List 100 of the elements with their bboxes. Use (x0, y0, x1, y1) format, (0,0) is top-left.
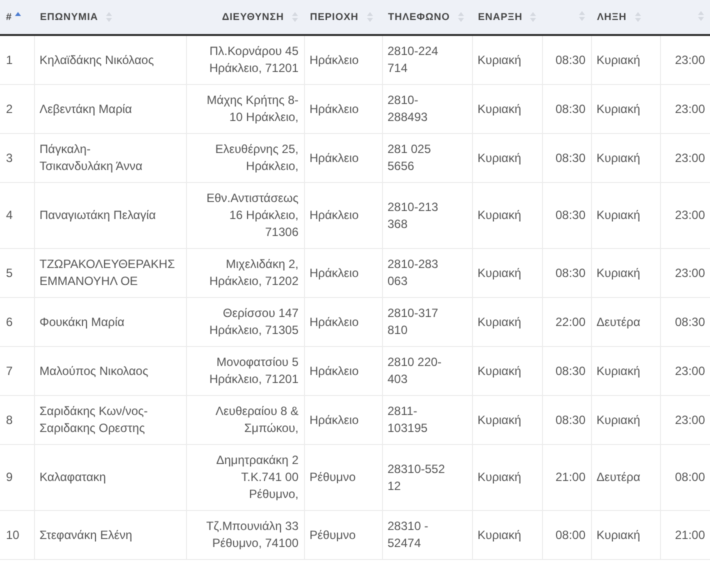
table-cell: Πλ.Κορνάρου 45 Ηράκλειο, 71201 (209, 43, 298, 77)
table-cell: Κυριακή (596, 362, 640, 380)
table-cell: Τζ.Μπουνιάλη 33 Ρέθυμνο, 74100 (206, 518, 298, 552)
table-cell: Πάγκαλη- Τσικανδυλάκη Άννα (40, 141, 142, 175)
table-cell: Λευθεραίου 8 & Σμπώκου, (216, 403, 298, 437)
table-cell: ΤΖΩΡΑΚΟΛΕΥΘΕΡΑΚΗΣ ΕΜΜΑΝΟΥΗΛ ΟΕ (40, 256, 175, 290)
table-cell: Μαλούπος Νικολαος (40, 362, 148, 380)
table-cell: 23:00 (674, 100, 705, 118)
table-cell: 28310 - 52474 (388, 518, 428, 552)
table-cell: 08:30 (555, 100, 586, 118)
table-cell: Φουκάκη Μαρία (40, 314, 124, 330)
table-cell: Κυριακή (596, 207, 640, 224)
table-cell: Κυριακή (478, 314, 522, 330)
table-cell: Ηράκλειο (310, 412, 359, 428)
table-cell: Κυριακή (596, 100, 640, 118)
table-cell: 23:00 (674, 264, 705, 282)
table-cell: Κυριακή (596, 150, 640, 166)
table-cell: 2810-283 063 (388, 256, 438, 290)
table-cell: 08:30 (555, 362, 586, 380)
table-cell: 4 (6, 207, 13, 224)
table-cell: 2810-224 714 (388, 43, 438, 77)
table-cell: Ηράκλειο (310, 207, 359, 224)
table-cell: Ηράκλειο (310, 264, 359, 282)
table-cell: Ηράκλειο (310, 52, 359, 68)
table-cell: Κυριακή (478, 150, 522, 166)
table-cell: 2811- 103195 (388, 403, 428, 437)
table-cell: Καλαφατακη (40, 469, 106, 486)
table-cell: 7 (6, 362, 13, 380)
table-cell: Μονοφατσίου 5 Ηράκλειο, 71201 (209, 354, 298, 388)
table-cell: Κηλαϊδάκης Νικόλαος (40, 52, 154, 68)
sort-icon[interactable] (698, 10, 704, 20)
column-header[interactable]: ΛΗΞΗ (597, 12, 627, 22)
table-cell: Κυριακή (596, 526, 640, 544)
table-cell: 08:30 (674, 314, 705, 330)
table-cell: 1 (6, 52, 13, 68)
table-cell: Ηράκλειο (310, 100, 359, 118)
table-cell: Μιχελιδάκη 2, Ηράκλειο, 71202 (209, 256, 298, 290)
table-cell: 08:30 (555, 207, 586, 224)
table-cell: Παναγιωτάκη Πελαγία (40, 207, 156, 224)
table-cell: 9 (6, 469, 13, 486)
column-header[interactable]: ΔΙΕΥΘΥΝΣΗ (222, 12, 284, 22)
table-cell: Ηράκλειο (310, 150, 359, 166)
table-cell: Κυριακή (478, 469, 522, 486)
sort-icon[interactable] (106, 12, 112, 22)
sort-icon[interactable] (634, 12, 641, 22)
table-cell: Κυριακή (478, 100, 522, 118)
table-cell: 5 (6, 264, 13, 282)
table-cell: 3 (6, 150, 13, 166)
table-cell: 10 (6, 526, 20, 544)
column-header[interactable]: ΠΕΡΙΟΧΗ (310, 12, 359, 22)
table-cell: Κυριακή (596, 52, 640, 68)
table-cell: Κυριακή (478, 52, 522, 68)
table-cell: 2810-317 810 (388, 305, 438, 339)
table-cell: Μάχης Κρήτης 8- 10 Ηράκλειο, (206, 92, 298, 126)
table-cell: 08:30 (555, 150, 586, 166)
table-cell: Σαριδάκης Κων/νος- Σαριδακης Ορεστης (40, 403, 148, 437)
table-cell: 281 025 5656 (388, 141, 431, 175)
table-cell: Κυριακή (478, 207, 522, 224)
table-cell: Κυριακή (478, 526, 522, 544)
table-cell: Δευτέρα (596, 314, 640, 330)
table-cell: 6 (6, 314, 13, 330)
table-cell: 08:30 (555, 52, 586, 68)
table-cell: 23:00 (674, 52, 705, 68)
table-cell: 22:00 (555, 314, 586, 330)
table-cell: 23:00 (674, 150, 705, 166)
column-header[interactable]: # (6, 12, 12, 22)
table-cell: Κυριακή (596, 412, 640, 428)
sort-icon[interactable] (579, 10, 585, 20)
table-cell: Θερίσσου 147 Ηράκλειο, 71305 (209, 305, 298, 339)
table-cell: 21:00 (674, 526, 705, 544)
table-cell: Δημητρακάκη 2 Τ.Κ.741 00 Ρέθυμνο, (216, 452, 298, 503)
table-cell: Κυριακή (478, 412, 522, 428)
sort-icon[interactable] (366, 12, 373, 22)
table-cell: Κυριακή (478, 264, 522, 282)
table-cell: 2 (6, 100, 13, 118)
table-cell: 2810- 288493 (388, 92, 428, 126)
table-cell: Κυριακή (596, 264, 640, 282)
table-cell: Ηράκλειο (310, 314, 359, 330)
table-cell: Δευτέρα (596, 469, 640, 486)
sort-icon[interactable] (530, 12, 536, 22)
table-cell: 08:00 (674, 469, 705, 486)
table-cell: 08:00 (555, 526, 586, 544)
table-cell: 21:00 (555, 469, 586, 486)
table-cell: Ρέθυμνο (310, 526, 356, 544)
sort-ascending-icon[interactable] (15, 12, 22, 16)
sort-icon[interactable] (458, 12, 464, 22)
table-cell: Εθν.Αντιστάσεως 16 Ηράκλειο, 71306 (206, 190, 298, 241)
table-cell: Ρέθυμνο (310, 469, 356, 486)
table-cell: 8 (6, 412, 13, 428)
table-cell: Κυριακή (478, 362, 522, 380)
sort-icon[interactable] (292, 12, 298, 22)
table-cell: 23:00 (674, 362, 705, 380)
table-cell: 08:30 (555, 412, 586, 428)
table-cell: Στεφανάκη Ελένη (40, 526, 132, 544)
column-header[interactable]: ΕΠΩΝΥΜΙΑ (40, 12, 98, 22)
column-header[interactable]: ΕΝΑΡΞΗ (478, 12, 522, 22)
table-cell: 28310-552 12 (388, 460, 445, 494)
table-cell: 23:00 (674, 207, 705, 224)
table-cell: 2810-213 368 (388, 198, 438, 232)
table-cell: Ηράκλειο (310, 362, 359, 380)
